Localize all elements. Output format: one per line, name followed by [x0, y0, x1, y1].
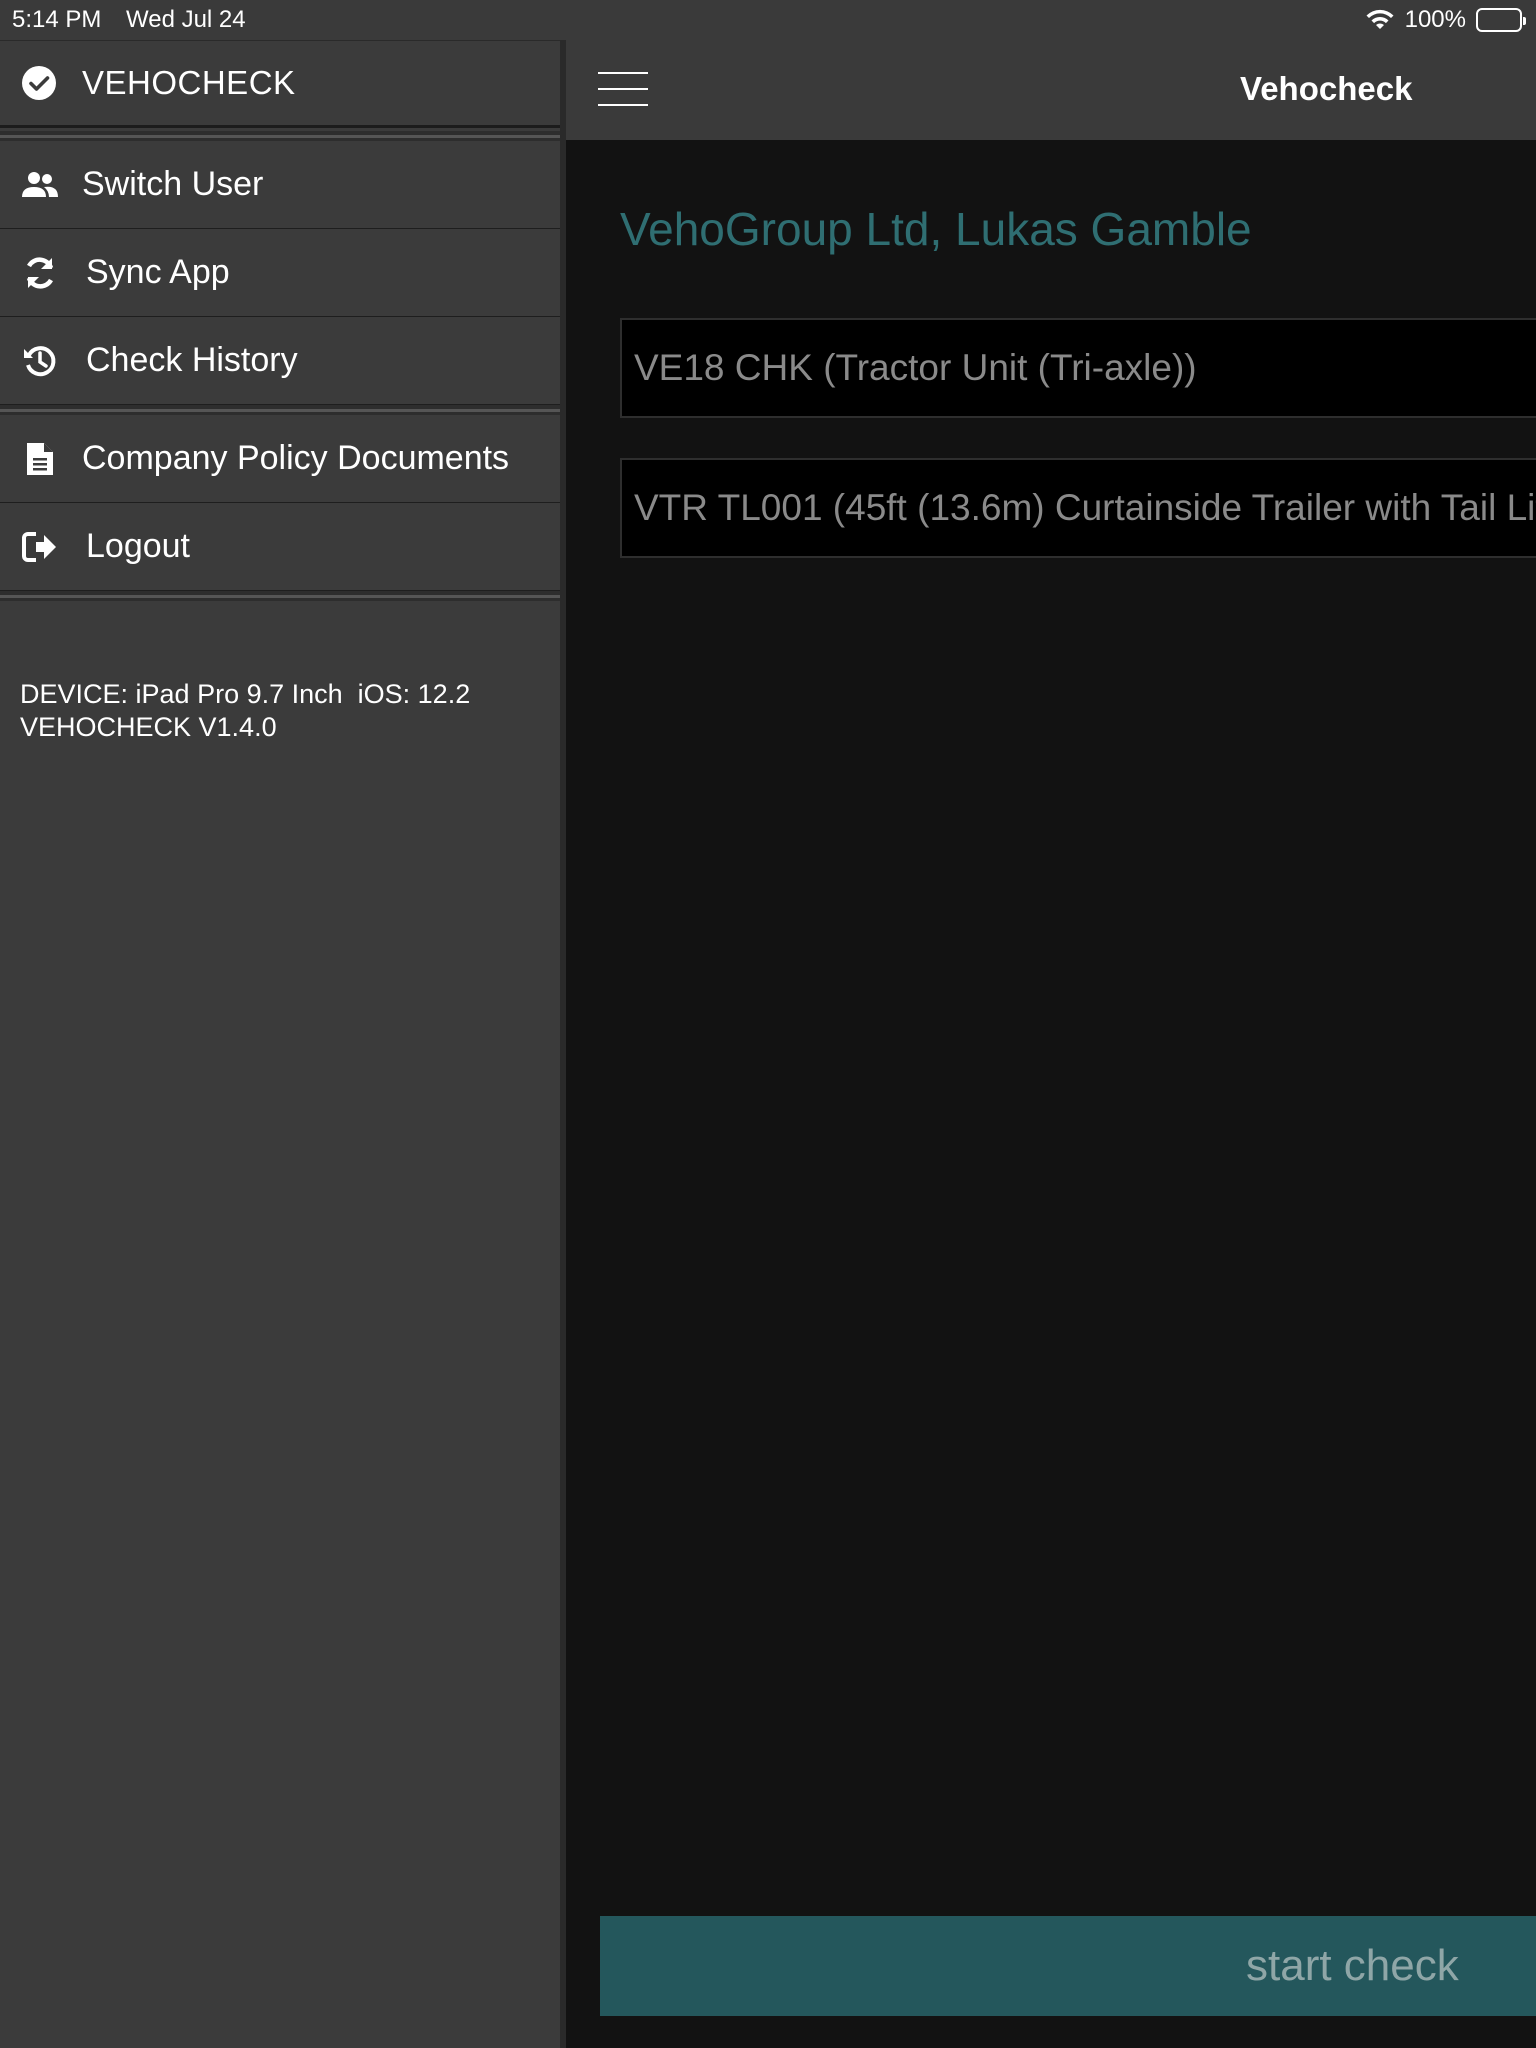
sidebar-item-sync-app[interactable]: Sync App [0, 229, 560, 317]
history-icon [20, 341, 60, 381]
check-circle-icon [20, 64, 58, 102]
sidebar-item-label: Check History [86, 341, 298, 379]
page-title: Vehocheck [1240, 70, 1413, 107]
status-bar: 5:14 PM Wed Jul 24 100% [0, 0, 1536, 40]
section-divider [0, 591, 560, 601]
section-divider [0, 131, 560, 141]
battery-icon [1476, 8, 1526, 32]
trailer-select-field[interactable]: VTR TL001 (45ft (13.6m) Curtainside Trai… [620, 458, 1536, 558]
hamburger-icon[interactable] [598, 72, 648, 108]
status-indicators: 100% [1365, 6, 1526, 34]
section-divider [0, 405, 560, 415]
navigation-bar: Vehocheck [566, 40, 1536, 140]
users-icon [20, 165, 60, 205]
document-icon [20, 439, 60, 479]
sidebar-item-label: Company Policy Documents [82, 439, 510, 477]
app-name: VEHOCHECK [82, 64, 296, 101]
sidebar-menu: VEHOCHECK Switch User Sync App Check His… [0, 40, 560, 2048]
sidebar-item-label: Sync App [86, 253, 230, 291]
sidebar-item-company-policy-documents[interactable]: Company Policy Documents [0, 415, 560, 503]
start-check-button[interactable]: start check [600, 1916, 1536, 2016]
vehicle-select-field[interactable]: VE18 CHK (Tractor Unit (Tri-axle)) [620, 318, 1536, 418]
logout-icon [20, 527, 60, 567]
sidebar-item-check-history[interactable]: Check History [0, 317, 560, 405]
sidebar-item-switch-user[interactable]: Switch User [0, 141, 560, 229]
status-time: 5:14 PM [12, 6, 102, 33]
status-date: Wed Jul 24 [126, 6, 246, 33]
main-content: VehoGroup Ltd, Lukas Gamble VE18 CHK (Tr… [566, 140, 1536, 2048]
sync-icon [20, 253, 60, 293]
device-info-line: DEVICE: iPad Pro 9.7 Inch iOS: 12.2 [20, 679, 471, 709]
device-info: DEVICE: iPad Pro 9.7 Inch iOS: 12.2 VEHO… [20, 678, 470, 744]
wifi-icon [1365, 9, 1395, 31]
company-user-heading: VehoGroup Ltd, Lukas Gamble [620, 203, 1252, 255]
sidebar-header: VEHOCHECK [0, 40, 560, 128]
app-version: VEHOCHECK V1.4.0 [20, 712, 277, 742]
battery-percentage: 100% [1404, 6, 1466, 33]
sidebar-item-label: Switch User [82, 165, 264, 203]
sidebar-item-label: Logout [86, 527, 190, 565]
sidebar-item-logout[interactable]: Logout [0, 503, 560, 591]
